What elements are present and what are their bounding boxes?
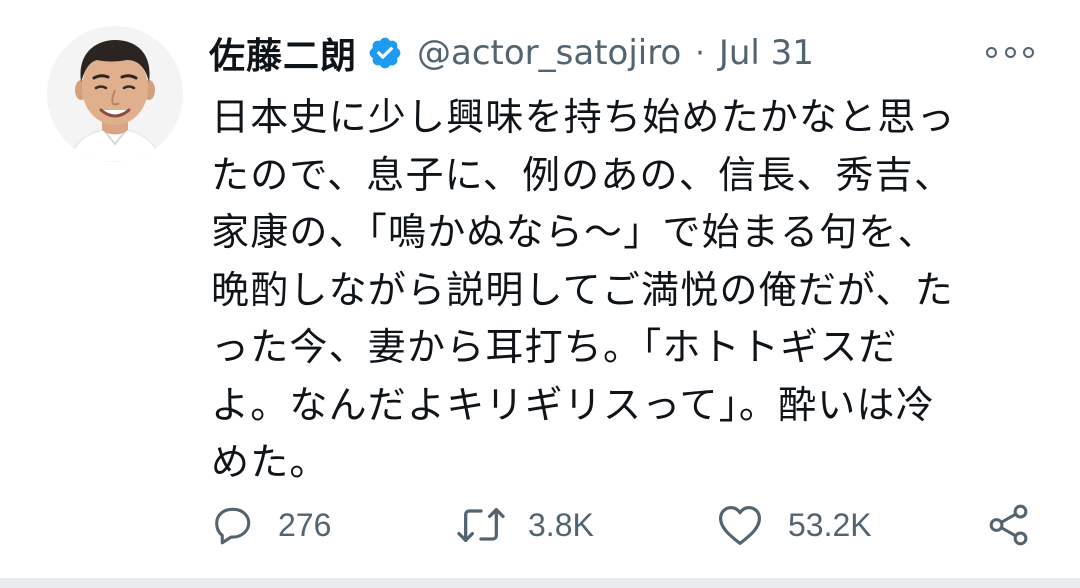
retweet-count: 3.8K (528, 506, 594, 543)
tweet-text-line: 家康の、「鳴かぬなら〜」で始まる句を、 (211, 210, 937, 254)
tweet-text-line: 日本史に少し興味を持ち始めたかなと思っ (211, 95, 956, 139)
avatar[interactable] (47, 26, 183, 162)
tweet-text-line: めた。 (211, 440, 329, 484)
share-nodes-icon (989, 504, 1028, 546)
tweet-actions: 276 3.8K 53.2K (210, 500, 1040, 550)
reply-count: 276 (278, 506, 332, 543)
display-name[interactable]: 佐藤二朗 (209, 27, 357, 79)
dot-icon (1004, 46, 1016, 58)
speech-bubble-icon (215, 507, 251, 545)
tweet-text-line: よ。なんだよキリギリスって」。酔いは冷 (211, 382, 935, 427)
verified-badge-icon (367, 35, 403, 71)
tweet-text-line: った今、妻から耳打ち。「ホトトギスだ (211, 325, 898, 369)
tweet-date[interactable]: Jul 31 (719, 33, 814, 73)
dot-icon (986, 46, 997, 58)
separator-dot: · (695, 35, 705, 71)
user-handle[interactable]: @actor_satojiro (417, 33, 681, 73)
avatar-image (47, 26, 183, 162)
more-options-icon[interactable] (986, 40, 1034, 64)
tweet-text: 日本史に少し興味を持ち始めたかなと思っ たので、息子に、例のあの、信長、秀吉、 … (211, 89, 1011, 492)
retweet-button[interactable]: 3.8K (454, 500, 594, 550)
divider (0, 578, 1080, 588)
tweet-card[interactable]: 佐藤二朗 @actor_satojiro · Jul 31 日本史に少し興味を持… (0, 0, 1080, 578)
tweet-text-line: たので、息子に、例のあの、信長、秀吉、 (211, 152, 954, 197)
share-button[interactable] (986, 500, 1032, 550)
retweet-arrows-icon (457, 508, 505, 542)
heart-icon (719, 506, 761, 545)
like-button[interactable]: 53.2K (716, 500, 872, 550)
tweet-text-line: 晩酌しながら説明してご満悦の俺だが、た (211, 267, 954, 312)
like-count: 53.2K (788, 506, 872, 543)
tweet-header: 佐藤二朗 @actor_satojiro · Jul 31 (209, 27, 814, 79)
reply-button[interactable]: 276 (210, 500, 331, 550)
dot-icon (1023, 46, 1034, 58)
